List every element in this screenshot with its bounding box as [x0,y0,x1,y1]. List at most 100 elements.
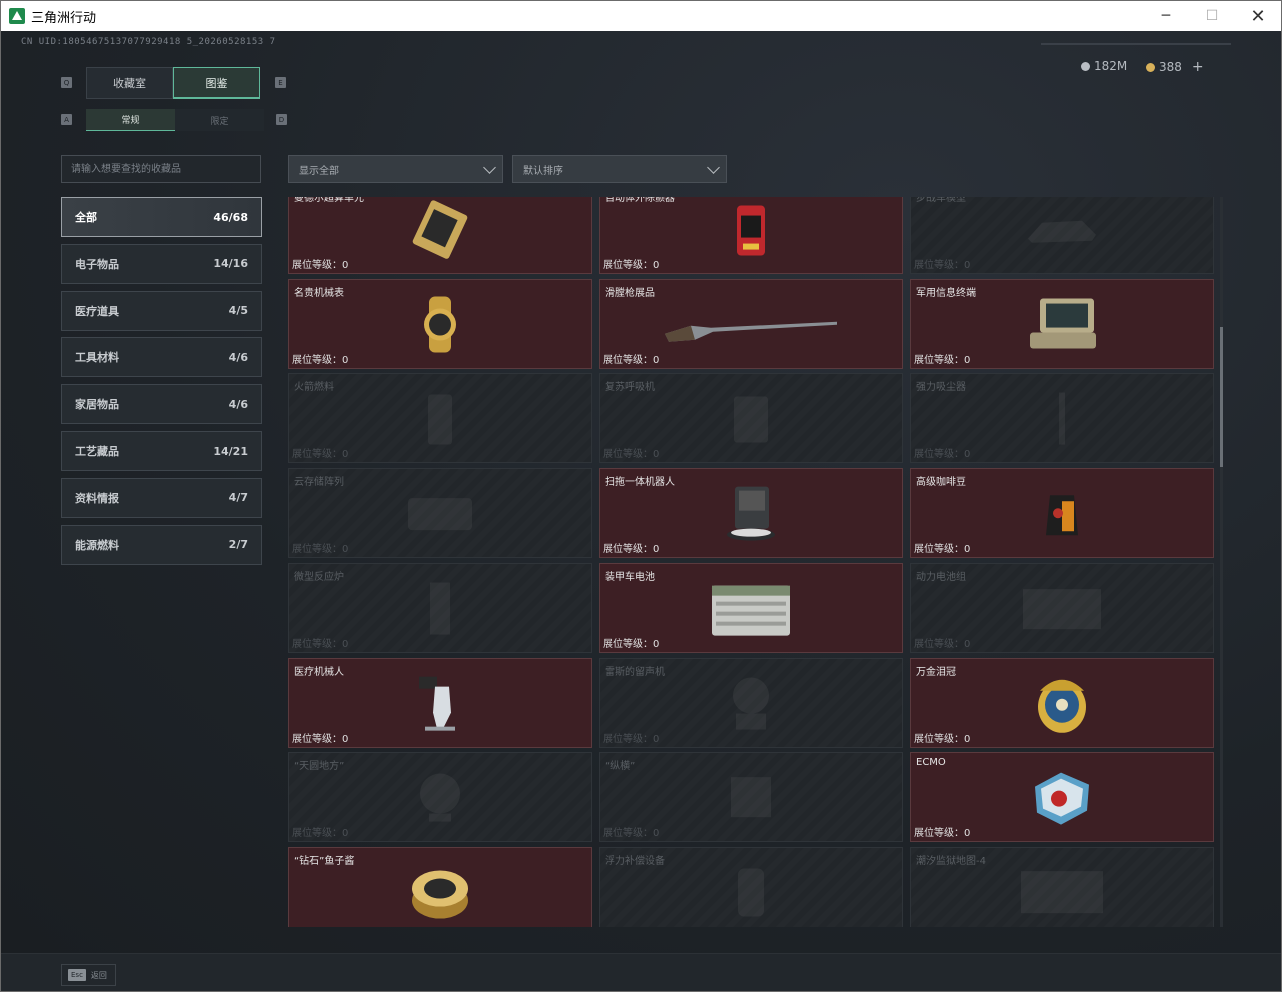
category-item[interactable]: 资料情报 4/7 [61,477,262,518]
sort-value: 默认排序 [523,165,563,177]
category-count: 4/7 [228,491,248,505]
collection-card[interactable]: 潮汐监狱地图-4 [910,846,1214,927]
subtab-prev-key-hint: A [61,114,72,125]
category-item[interactable]: 电子物品 14/16 [61,243,262,284]
card-item-name: 复苏呼吸机 [605,382,655,394]
collection-grid: 曼德尔超算单元 展位等级：0 自动体外除颤器 展位等级：0 步战车模型 展位等级：0 名贵机… [288,197,1216,927]
card-item-name: “天圆地方” [294,761,345,773]
collection-card[interactable]: 万金泪冠展位等级：0 [910,657,1214,748]
collection-card[interactable]: 军用信息终端 展位等级：0 [910,278,1214,369]
card-item-name: 装甲车电池 [605,571,655,583]
collection-card[interactable]: ECMO 展位等级：0 [910,752,1214,843]
sort-dropdown[interactable]: 默认排序 [512,155,727,183]
collection-card[interactable]: “天圆地方” 展位等级：0 [288,752,592,843]
add-currency-button[interactable]: + [1192,59,1204,75]
scrollbar-thumb[interactable] [1220,327,1223,467]
card-item-name: 万金泪冠 [916,666,956,678]
card-level: 展位等级：0 [914,730,970,745]
category-label: 工艺藏品 [75,445,119,458]
collection-card[interactable]: 复苏呼吸机 展位等级：0 [599,373,903,464]
card-level-value: 0 [342,638,349,650]
collection-card[interactable]: 强力吸尘器 展位等级：0 [910,373,1214,464]
collection-card[interactable]: 曼德尔超算单元 展位等级：0 [288,197,592,274]
collection-card[interactable]: 装甲车电池 展位等级：0 [599,562,903,653]
category-label: 家居物品 [75,398,119,412]
collection-card[interactable]: 高级咖啡豆 展位等级：0 [910,468,1214,559]
close-button[interactable]: ✕ [1235,1,1281,31]
category-item[interactable]: 医疗道具 4/5 [61,290,262,331]
tab-catalog[interactable]: 图鉴 [173,67,260,99]
collection-card[interactable]: “纵横” 展位等级：0 [599,752,903,843]
card-level-label: 展位等级： [914,260,964,271]
sub-tabs: 常规 限定 [86,109,264,131]
card-level-label: 展位等级： [603,544,653,556]
storage-array-icon [400,488,480,542]
esc-key-hint: Esc [68,969,86,981]
title-bar: 三角洲行动 ─ ☐ ✕ [1,1,1281,31]
grid-scrollbar[interactable] [1220,197,1223,927]
app-logo-icon [9,8,25,24]
robot-vacuum-icon [721,483,781,549]
category-item[interactable]: 能源燃料 2/7 [61,524,262,565]
category-item[interactable]: 工具材料 4/6 [61,337,262,378]
category-label: 工具材料 [75,351,119,365]
watch-icon [415,294,465,358]
collection-card[interactable]: 火箭燃料 展位等级：0 [288,373,592,464]
collection-card[interactable]: “钻石”鱼子酱 [288,846,592,927]
card-item-name: 滑膛枪展品 [605,287,655,299]
card-level-label: 展位等级： [292,638,342,650]
category-item[interactable]: 家居物品 4/6 [61,384,262,425]
card-level-value: 0 [964,638,971,650]
card-item-name: 潮汐监狱地图-4 [916,855,986,867]
vehicle-model-icon [1022,209,1102,253]
category-item[interactable]: 工艺藏品 14/21 [61,431,262,471]
card-level-value: 0 [342,354,349,366]
minimize-button[interactable]: ─ [1143,1,1189,31]
main-tabs: 收藏室 图鉴 [86,67,260,99]
card-item-name: 动力电池组 [916,571,966,583]
category-label: 全部 [75,211,97,224]
category-label: 能源燃料 [75,538,119,552]
card-level-value: 0 [653,449,660,461]
tab-prev-key-hint: Q [61,77,72,88]
collection-card[interactable]: 名贵机械表 展位等级：0 [288,278,592,369]
card-item-name: 火箭燃料 [294,382,334,394]
card-level-label: 展位等级： [603,354,653,366]
subtab-regular[interactable]: 常规 [86,109,175,131]
card-level: 展位等级：0 [603,824,659,839]
card-level: 展位等级：0 [914,635,970,650]
collection-card[interactable]: 动力电池组展位等级：0 [910,562,1214,653]
collection-card[interactable]: 滑膛枪展品展位等级：0 [599,278,903,369]
card-level-label: 展位等级： [292,733,342,745]
back-button[interactable]: Esc 返回 [61,964,116,986]
subtab-limited[interactable]: 限定 [175,109,264,131]
card-level: 展位等级：0 [292,730,348,745]
card-level-value: 0 [653,260,660,271]
card-level-label: 展位等级： [292,354,342,366]
collection-card[interactable]: 浮力补偿设备 [599,846,903,927]
chevron-down-icon [483,161,496,174]
computer-chip-icon [408,200,472,264]
maximize-button[interactable]: ☐ [1189,1,1235,31]
musket-icon [661,303,841,347]
tab-collection-room[interactable]: 收藏室 [86,67,173,99]
card-item-name: 步战车模型 [916,197,966,204]
card-level-value: 0 [653,638,660,650]
category-count: 14/16 [213,257,248,271]
card-level-value: 0 [964,828,971,840]
display-filter-dropdown[interactable]: 显示全部 [288,155,503,183]
search-input[interactable] [61,155,261,183]
collection-card[interactable]: 微型反应炉 展位等级：0 [288,562,592,653]
collection-card[interactable]: 扫拖一体机器人 展位等级：0 [599,468,903,559]
jeweled-egg-icon [1032,670,1092,740]
card-level-value: 0 [964,544,971,556]
card-level: 展位等级：0 [603,540,659,555]
collection-card[interactable]: 云存储阵列 展位等级：0 [288,468,592,559]
collection-card[interactable]: 自动体外除颤器 展位等级：0 [599,197,903,274]
collection-card[interactable]: 步战车模型 展位等级：0 [910,197,1214,274]
collection-card[interactable]: 雷斯的留声机 展位等级：0 [599,657,903,748]
collection-card[interactable]: 医疗机械人 展位等级：0 [288,657,592,748]
card-level: 展位等级：0 [603,351,659,366]
gold-coin-icon [1146,62,1155,72]
category-item[interactable]: 全部 46/68 [61,197,262,237]
